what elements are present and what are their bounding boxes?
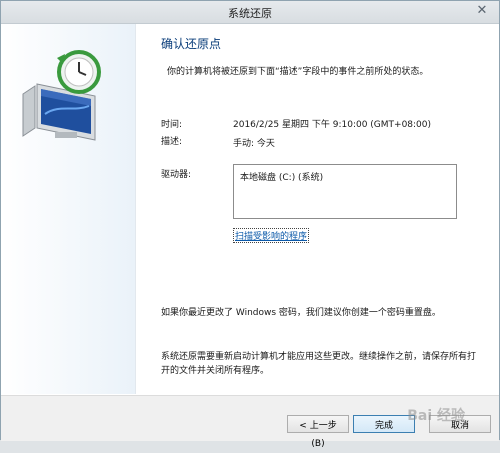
finish-button[interactable]: 完成 [353, 415, 415, 433]
list-item[interactable]: 本地磁盘 (C:) (系统) [240, 170, 450, 183]
password-note: 如果你最近更改了 Windows 密码，我们建议你创建一个密码重置盘。 [161, 308, 441, 318]
description-value: 手动: 今天 [233, 139, 275, 149]
watermark: Bai 经验 [407, 408, 465, 424]
system-restore-window: 系统还原 ✕ 确认还原点 你的计算机将被还原到下面“描述”字段中的事件之前所处的… [0, 0, 500, 449]
window-title: 系统还原 [228, 7, 272, 20]
close-icon: ✕ [476, 3, 488, 18]
title-bar: 系统还原 ✕ [1, 1, 499, 24]
description-label: 描述: [161, 137, 183, 147]
drive-list[interactable]: 本地磁盘 (C:) (系统) [233, 164, 457, 219]
drive-label: 驱动器: [161, 170, 192, 180]
scan-affected-programs-link[interactable]: 扫描受影响的程序 [233, 228, 310, 243]
back-button[interactable]: < 上一步(B) [287, 415, 349, 449]
restart-note: 系统还原需要重新启动计算机才能应用这些更改。继续操作之前，请保存所有打开的文件并… [161, 352, 477, 376]
time-label: 时间: [161, 120, 183, 130]
time-value: 2016/2/25 星期四 下午 9:10:00 (GMT+08:00) [233, 120, 432, 130]
page-title: 确认还原点 [161, 37, 222, 51]
system-restore-monitor-clock-icon [19, 44, 119, 144]
content-area: 确认还原点 你的计算机将被还原到下面“描述”字段中的事件之前所处的状态。 时间:… [151, 24, 481, 394]
intro-text: 你的计算机将被还原到下面“描述”字段中的事件之前所处的状态。 [167, 67, 429, 77]
close-button[interactable]: ✕ [471, 4, 493, 19]
left-panel [1, 24, 136, 394]
